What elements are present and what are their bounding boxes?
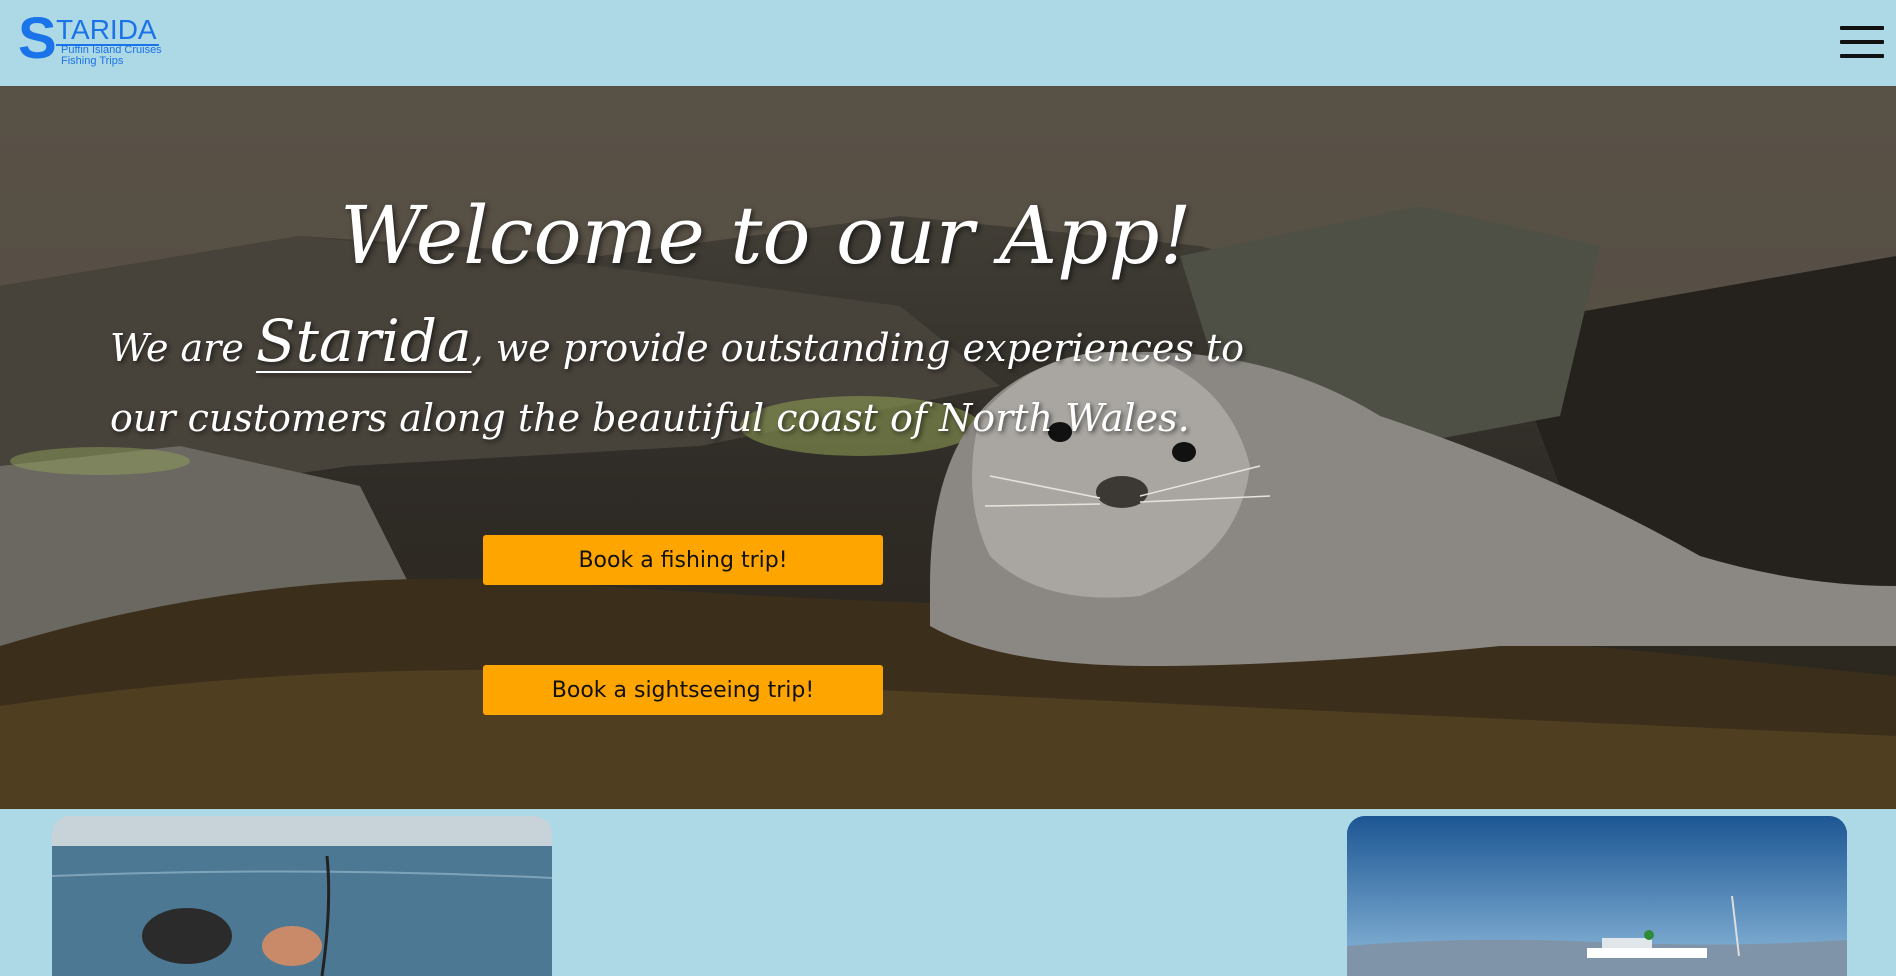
menu-bar [1840,26,1884,30]
hamburger-menu-icon[interactable] [1840,26,1884,58]
logo-tagline: Puffin Island Cruises Fishing Trips [61,45,162,67]
menu-bar [1840,54,1884,58]
site-header: S TARIDA Puffin Island Cruises Fishing T… [0,0,1896,86]
hero-tagline: We are Starida, we provide outstanding e… [110,306,1270,453]
brand-name: Starida [255,307,472,375]
logo-tagline-line-2: Fishing Trips [61,55,124,67]
book-sightseeing-trip-button[interactable]: Book a sightseeing trip! [483,665,883,715]
starida-logo[interactable]: S TARIDA Puffin Island Cruises Fishing T… [18,10,168,70]
hero-section: Welcome to our App! We are Starida, we p… [0,86,1896,809]
book-fishing-trip-button[interactable]: Book a fishing trip! [483,535,883,585]
sightseeing-trip-card-image[interactable] [1347,816,1847,976]
tagline-prefix: We are [110,326,256,370]
hero-title: Welcome to our App! [340,189,1192,282]
harbour-photo [1347,816,1847,976]
menu-bar [1840,40,1884,44]
logo-word: TARIDA [56,14,159,46]
fishing-trip-card-image[interactable] [52,816,552,976]
logo-letter: S [18,6,57,71]
fishing-photo [52,816,552,976]
